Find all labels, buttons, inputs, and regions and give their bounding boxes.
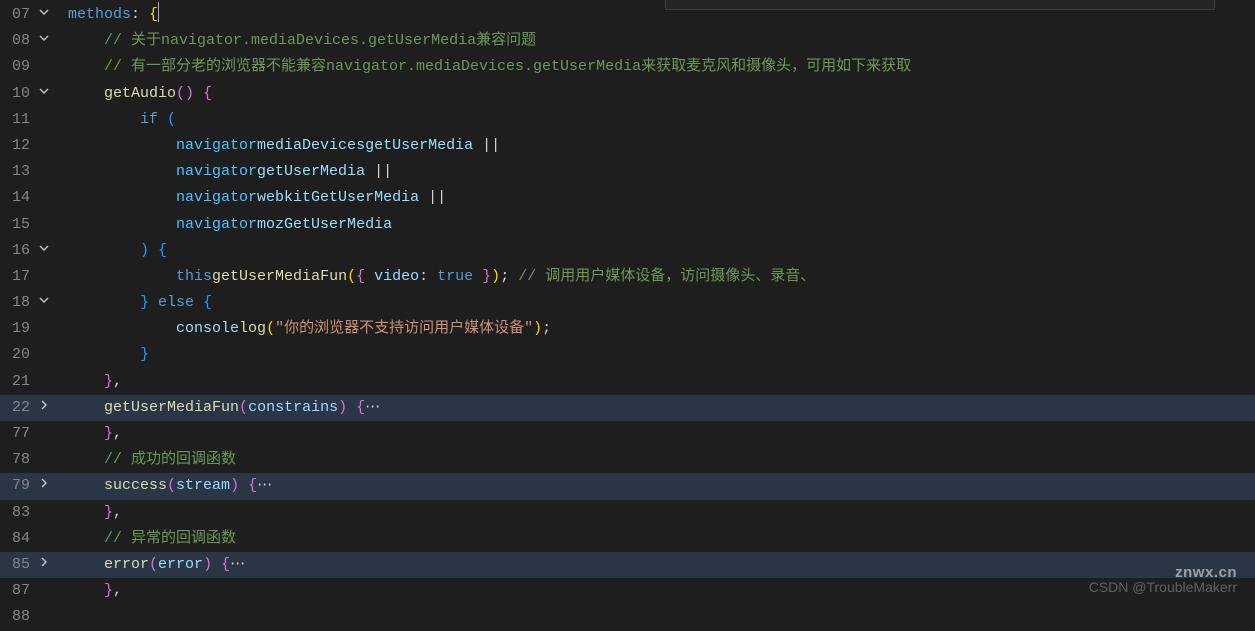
line-number: 85 — [0, 552, 56, 578]
code-line: // 异常的回调函数 — [56, 526, 1255, 552]
code-line: methods: { — [56, 2, 1255, 28]
code-line-folded: getUserMediaFun(constrains) {⋯ — [56, 395, 1255, 421]
line-number: 77 — [0, 421, 56, 447]
code-content[interactable]: methods: { // 关于navigator.mediaDevices.g… — [56, 0, 1255, 601]
code-line: // 有一部分老的浏览器不能兼容navigator.mediaDevices.g… — [56, 54, 1255, 80]
line-number: 10 — [0, 81, 56, 107]
code-line: if ( — [56, 107, 1255, 133]
line-number: 79 — [0, 473, 56, 499]
chevron-right-icon[interactable] — [36, 552, 52, 578]
code-line: consolelog("你的浏览器不支持访问用户媒体设备"); — [56, 316, 1255, 342]
code-line: } else { — [56, 290, 1255, 316]
line-number: 84 — [0, 526, 56, 552]
text-cursor — [158, 2, 159, 22]
line-number: 21 — [0, 369, 56, 395]
chevron-down-icon[interactable] — [36, 28, 52, 54]
line-number: 11 — [0, 107, 56, 133]
code-line: }, — [56, 500, 1255, 526]
code-line: navigatormediaDevicesgetUserMedia || — [56, 133, 1255, 159]
line-number: 08 — [0, 28, 56, 54]
code-line: thisgetUserMediaFun({ video: true }); //… — [56, 264, 1255, 290]
fold-ellipsis-icon[interactable]: ⋯ — [230, 556, 245, 573]
line-number: 83 — [0, 500, 56, 526]
chevron-down-icon[interactable] — [36, 2, 52, 28]
code-line-folded: success(stream) {⋯ — [56, 473, 1255, 499]
line-number: 19 — [0, 316, 56, 342]
line-number: 20 — [0, 342, 56, 368]
code-line: navigatorwebkitGetUserMedia || — [56, 185, 1255, 211]
line-number: 14 — [0, 185, 56, 211]
line-number: 16 — [0, 238, 56, 264]
line-number: 87 — [0, 578, 56, 604]
line-number: 15 — [0, 212, 56, 238]
code-line: } — [56, 342, 1255, 368]
line-number: 07 — [0, 2, 56, 28]
code-line: ) { — [56, 238, 1255, 264]
code-line: // 关于navigator.mediaDevices.getUserMedia… — [56, 28, 1255, 54]
line-number: 17 — [0, 264, 56, 290]
code-line: getAudio() { — [56, 81, 1255, 107]
line-number: 13 — [0, 159, 56, 185]
code-line: navigatormozGetUserMedia — [56, 212, 1255, 238]
line-number: 09 — [0, 54, 56, 80]
line-number: 78 — [0, 447, 56, 473]
line-number: 12 — [0, 133, 56, 159]
chevron-down-icon[interactable] — [36, 290, 52, 316]
chevron-down-icon[interactable] — [36, 238, 52, 264]
line-number: 88 — [0, 604, 56, 630]
code-line-folded: error(error) {⋯ — [56, 552, 1255, 578]
line-number: 22 — [0, 395, 56, 421]
chevron-down-icon[interactable] — [36, 81, 52, 107]
code-line: }, — [56, 421, 1255, 447]
code-line: // 成功的回调函数 — [56, 447, 1255, 473]
line-number: 18 — [0, 290, 56, 316]
fold-ellipsis-icon[interactable]: ⋯ — [365, 399, 380, 416]
chevron-right-icon[interactable] — [36, 473, 52, 499]
code-editor[interactable]: 0708091011121314151617181920212277787983… — [0, 0, 1255, 601]
code-line: navigatorgetUserMedia || — [56, 159, 1255, 185]
code-line: }, — [56, 369, 1255, 395]
line-number-gutter: 0708091011121314151617181920212277787983… — [0, 0, 56, 601]
code-line: }, — [56, 578, 1255, 604]
fold-ellipsis-icon[interactable]: ⋯ — [257, 477, 272, 494]
chevron-right-icon[interactable] — [36, 395, 52, 421]
